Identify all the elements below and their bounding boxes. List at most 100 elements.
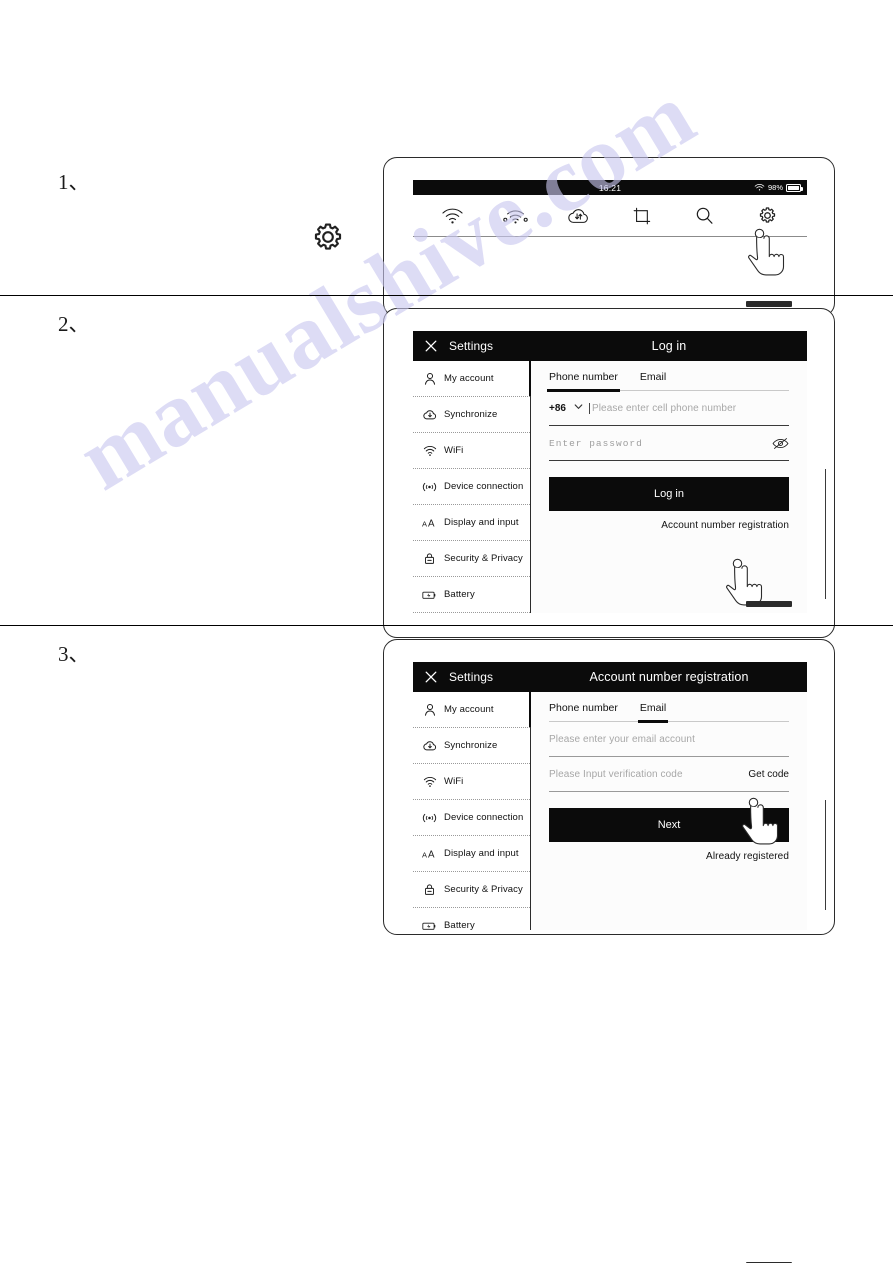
person-icon (422, 371, 437, 386)
svg-text:A: A (422, 519, 427, 528)
svg-text:A: A (428, 518, 435, 529)
toolbar-item-settings[interactable] (747, 200, 789, 232)
tablet-device-frame-2: Settings Log in My account Synchronize W… (383, 308, 835, 638)
svg-text:A: A (422, 850, 427, 859)
sidebar-label: My account (444, 373, 494, 384)
registration-tabs: Phone number Email (549, 692, 789, 723)
sidebar-item-security-privacy[interactable]: Security & Privacy (413, 872, 530, 908)
settings-title-bar: Settings Log in (413, 331, 807, 361)
sidebar-label: Device connection (444, 812, 524, 823)
login-tabs: Phone number Email (547, 361, 789, 392)
chevron-down-icon[interactable] (573, 399, 584, 417)
eye-off-icon[interactable] (772, 426, 789, 460)
verification-code-field[interactable]: Please Input verification code Get code (549, 757, 789, 792)
email-placeholder: Please enter your email account (549, 733, 695, 745)
tablet-screen-1: 16:21 98% (413, 180, 807, 310)
login-button[interactable]: Log in (549, 477, 789, 511)
tablet-device-frame-3: Settings Account number registration My … (383, 639, 835, 935)
sidebar-item-my-account[interactable]: My account (413, 692, 531, 728)
svg-text:A: A (428, 849, 435, 860)
sidebar-label: My account (444, 704, 494, 715)
tab-email[interactable]: Email (637, 702, 669, 723)
device-notch (746, 601, 792, 607)
sidebar: My account Synchronize WiFi Device conne… (413, 692, 531, 930)
device-connection-icon (422, 810, 437, 825)
cloud-download-icon (422, 407, 437, 422)
login-form: Phone number Email +86 Please enter cell… (531, 361, 807, 613)
step-3-number: 3、 (58, 642, 90, 666)
country-code[interactable]: +86 (549, 403, 566, 414)
step-divider-2 (0, 625, 893, 626)
phone-placeholder: Please enter cell phone number (591, 402, 737, 414)
sidebar-item-my-account[interactable]: My account (413, 361, 531, 397)
wifi-icon (422, 443, 437, 458)
toolbar (413, 195, 807, 237)
toolbar-item-wifi[interactable] (432, 200, 474, 232)
next-button[interactable]: Next (549, 808, 789, 842)
step-3: 3、 Settings Account number registration (0, 626, 893, 1263)
wifi-icon (754, 180, 765, 197)
sidebar-label: Synchronize (444, 409, 498, 420)
settings-title-bar: Settings Account number registration (413, 662, 807, 692)
tablet-screen-2: Settings Log in My account Synchronize W… (413, 331, 807, 631)
toolbar-item-cloud-sync[interactable] (558, 200, 600, 232)
verification-code-placeholder: Please Input verification code (549, 768, 683, 780)
wifi-icon (422, 774, 437, 789)
tab-phone-number[interactable]: Phone number (547, 371, 620, 392)
toolbar-item-search[interactable] (684, 200, 726, 232)
email-field[interactable]: Please enter your email account (549, 722, 789, 757)
sidebar-label: Synchronize (444, 740, 498, 751)
toolbar-item-crop[interactable] (621, 200, 663, 232)
page-edge-indicator (824, 800, 826, 910)
step-2-number: 2、 (58, 312, 90, 336)
status-bar: 16:21 98% (413, 180, 807, 195)
device-connection-icon (422, 479, 437, 494)
step-1-number: 1、 (58, 170, 90, 194)
step-2: 2、 Settings Log in My account Synchroniz… (0, 296, 893, 638)
phone-number-field[interactable]: +86 Please enter cell phone number (549, 391, 789, 426)
text-caret (588, 402, 590, 414)
sidebar-item-wifi[interactable]: WiFi (413, 764, 530, 800)
settings-body: My account Synchronize WiFi Device conne… (413, 361, 807, 613)
sidebar-item-battery[interactable]: Battery (413, 908, 530, 930)
sidebar-label: Security & Privacy (444, 884, 523, 895)
battery-icon (786, 183, 803, 192)
toolbar-item-wireless-share[interactable] (495, 200, 537, 232)
settings-body: My account Synchronize WiFi Device conne… (413, 692, 807, 930)
sidebar-item-device-connection[interactable]: Device connection (413, 469, 530, 505)
sidebar-item-synchronize[interactable]: Synchronize (413, 728, 530, 764)
font-size-icon: A A (422, 515, 437, 530)
get-code-button[interactable]: Get code (748, 769, 789, 780)
tablet-screen-3: Settings Account number registration My … (413, 662, 807, 930)
lock-icon (422, 551, 437, 566)
already-registered-link[interactable]: Already registered (549, 851, 789, 862)
sidebar-item-display-and-input[interactable]: A A Display and input (413, 505, 530, 541)
sidebar-label: Battery (444, 920, 475, 930)
sidebar-item-device-connection[interactable]: Device connection (413, 800, 530, 836)
step-1: 1、 16:21 98% (0, 150, 893, 317)
step-divider-1 (0, 295, 893, 296)
sidebar-label: WiFi (444, 445, 464, 456)
sidebar-item-display-and-input[interactable]: A A Display and input (413, 836, 530, 872)
tablet-device-frame-1: 16:21 98% (383, 157, 835, 317)
gear-icon (311, 220, 345, 254)
sidebar-label: Battery (444, 589, 475, 600)
sidebar-item-battery[interactable]: Battery (413, 577, 530, 613)
sidebar-item-security-privacy[interactable]: Security & Privacy (413, 541, 530, 577)
font-size-icon: A A (422, 846, 437, 861)
person-icon (422, 702, 437, 717)
device-notch (746, 301, 792, 307)
account-registration-link[interactable]: Account number registration (549, 520, 789, 531)
registration-form: Phone number Email Please enter your ema… (531, 692, 807, 930)
status-time: 16:21 (598, 182, 622, 193)
battery-icon (422, 918, 437, 930)
cloud-download-icon (422, 738, 437, 753)
tab-email[interactable]: Email (640, 371, 666, 390)
page-title: Account number registration (589, 670, 749, 684)
sidebar-item-synchronize[interactable]: Synchronize (413, 397, 530, 433)
password-field[interactable]: Enter password (549, 426, 789, 461)
sidebar: My account Synchronize WiFi Device conne… (413, 361, 531, 613)
manual-page: manualshive.com 1、 16:21 98% 2、 Settings… (0, 0, 893, 1263)
tab-phone-number[interactable]: Phone number (549, 702, 618, 721)
sidebar-item-wifi[interactable]: WiFi (413, 433, 530, 469)
